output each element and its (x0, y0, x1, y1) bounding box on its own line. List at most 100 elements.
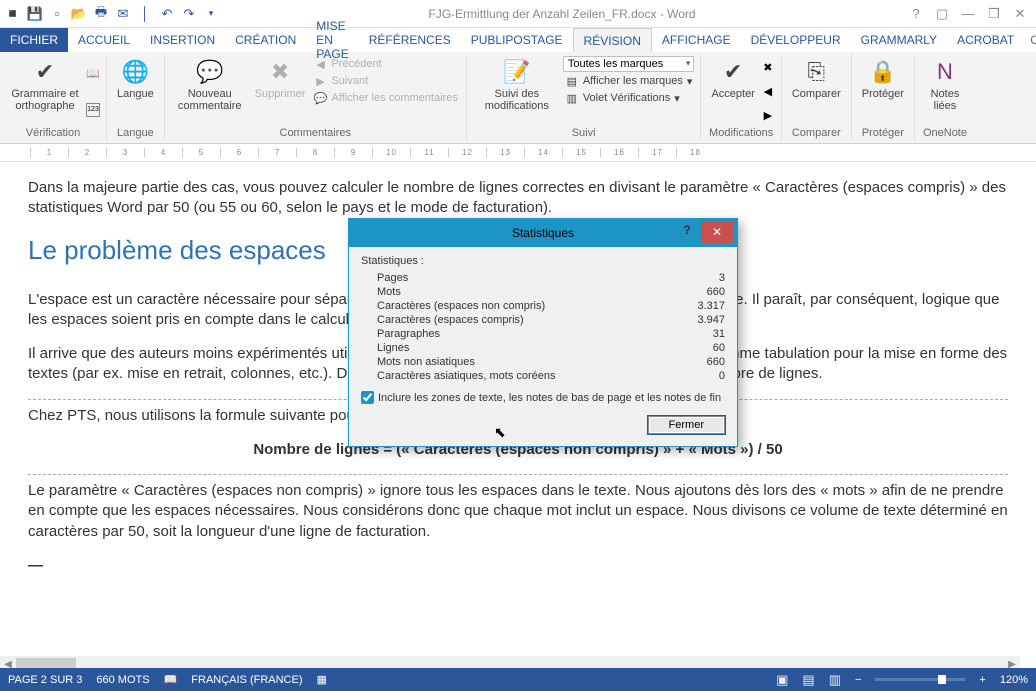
help-icon[interactable]: ? (904, 4, 928, 24)
stat-row-chars-nospace: Caractères (espaces non compris)3.317 (361, 299, 725, 313)
zoom-level[interactable]: 120% (1000, 674, 1028, 686)
undo-icon[interactable]: ↶ (158, 5, 176, 23)
paragraph-6[interactable]: Le paramètre « Caractères (espaces non c… (28, 481, 1008, 542)
thesaurus-icon[interactable]: 📖 (86, 67, 100, 81)
next-comment-button[interactable]: ▶Suivant (311, 73, 459, 89)
reviewing-pane-button[interactable]: ▥Volet Vérifications ▾ (563, 90, 695, 106)
open-icon[interactable]: 📂 (70, 5, 88, 23)
lock-icon: 🔒 (869, 58, 896, 86)
grammar-label: Grammaire et orthographe (10, 88, 80, 112)
zoom-in-icon[interactable]: + (979, 674, 985, 686)
language-button[interactable]: 🌐 Langue (113, 56, 158, 127)
ribbon-display-icon[interactable]: ▢ (930, 4, 954, 24)
horizontal-ruler[interactable]: 123456789101112131415161718 (0, 144, 1036, 162)
tab-developpeur[interactable]: DÉVELOPPEUR (741, 28, 851, 52)
new-comment-label: Nouveau commentaire (175, 88, 245, 112)
group-suivi: 📝 Suivi des modifications Toutes les mar… (467, 54, 702, 141)
protect-button[interactable]: 🔒 Protéger (858, 56, 908, 127)
group-proteger-label: Protéger (858, 127, 908, 141)
macro-icon[interactable]: ▦ (317, 673, 327, 686)
compare-icon: ⎘ (808, 58, 826, 86)
markup-display-select[interactable]: Toutes les marques (563, 56, 695, 72)
status-words[interactable]: 660 MOTS (96, 674, 149, 686)
track-changes-button[interactable]: 📝 Suivi des modifications (473, 56, 561, 127)
zoom-slider[interactable] (875, 678, 965, 681)
zoom-out-icon[interactable]: − (855, 674, 861, 686)
prev-change-icon[interactable]: ◀ (761, 85, 775, 99)
status-page[interactable]: PAGE 2 SUR 3 (8, 674, 82, 686)
tab-revision[interactable]: RÉVISION (573, 28, 652, 52)
dialog-close-icon[interactable]: ✕ (701, 221, 733, 243)
tab-file[interactable]: FICHIER (0, 28, 68, 52)
protect-label: Protéger (862, 88, 904, 100)
dialog-titlebar[interactable]: Statistiques ? ✕ (349, 219, 737, 247)
group-comparer-label: Comparer (788, 127, 845, 141)
new-icon[interactable]: ▫ (48, 5, 66, 23)
save-icon[interactable]: 💾 (26, 5, 44, 23)
minimize-icon[interactable]: — (956, 4, 980, 24)
group-proteger: 🔒 Protéger Protéger (852, 54, 915, 141)
user-account[interactable]: Christoph... (1024, 28, 1036, 52)
group-comments: 💬 Nouveau commentaire ✖ Supprimer ◀Précé… (165, 54, 467, 141)
group-language: 🌐 Langue Langue (107, 54, 165, 141)
track-changes-icon: 📝 (503, 58, 530, 86)
print-icon[interactable]: 🖶 (92, 5, 110, 23)
context-divider-2 (28, 474, 1008, 475)
group-modifications-label: Modifications (707, 127, 774, 141)
prev-icon: ◀ (313, 57, 327, 71)
reject-icon[interactable]: ✖ (761, 61, 775, 75)
print-layout-icon[interactable]: ▤ (802, 672, 814, 688)
prev-comment-button[interactable]: ◀Précédent (311, 56, 459, 72)
status-bar: PAGE 2 SUR 3 660 MOTS 📖 FRANÇAIS (FRANCE… (0, 668, 1036, 691)
ribbon: ✔ Grammaire et orthographe 📖 123 Vérific… (0, 52, 1036, 144)
tab-affichage[interactable]: AFFICHAGE (652, 28, 741, 52)
include-textboxes-checkbox[interactable]: Inclure les zones de texte, les notes de… (361, 391, 725, 404)
language-label: Langue (117, 88, 154, 100)
track-changes-label: Suivi des modifications (477, 88, 557, 112)
web-layout-icon[interactable]: ▥ (829, 672, 841, 688)
group-comments-label: Commentaires (171, 127, 460, 141)
paragraph-1[interactable]: Dans la majeure partie des cas, vous pou… (28, 178, 1008, 219)
onenote-button[interactable]: N Notes liées (921, 56, 969, 127)
ribbon-tabs: FICHIER ACCUEIL INSERTION CRÉATION MISE … (0, 28, 1036, 52)
status-language[interactable]: FRANÇAIS (FRANCE) (191, 674, 302, 686)
statistics-dialog: Statistiques ? ✕ Statistiques : Pages3 M… (348, 218, 738, 447)
close-window-icon[interactable]: ✕ (1008, 4, 1032, 24)
show-comments-button[interactable]: 💬Afficher les commentaires (311, 90, 459, 106)
compare-button[interactable]: ⎘ Comparer (788, 56, 845, 127)
title-bar: ◾ 💾 ▫ 📂 🖶 ✉ │ ↶ ↷ ▾ FJG-Ermittlung der A… (0, 0, 1036, 28)
close-button[interactable]: Fermer (648, 416, 725, 434)
group-onenote: N Notes liées OneNote (915, 54, 975, 141)
include-checkbox-label: Inclure les zones de texte, les notes de… (378, 392, 721, 404)
tab-references[interactable]: RÉFÉRENCES (359, 28, 461, 52)
show-markup-button[interactable]: ▤Afficher les marques ▾ (563, 73, 695, 89)
word-app-icon: ◾ (4, 5, 22, 23)
tab-acrobat[interactable]: ACROBAT (947, 28, 1024, 52)
new-comment-button[interactable]: 💬 Nouveau commentaire (171, 56, 249, 127)
tab-accueil[interactable]: ACCUEIL (68, 28, 140, 52)
dialog-help-icon[interactable]: ? (677, 223, 697, 237)
redo-icon[interactable]: ↷ (180, 5, 198, 23)
delete-comment-button[interactable]: ✖ Supprimer (251, 56, 310, 127)
tab-grammarly[interactable]: GRAMMARLY (851, 28, 947, 52)
next-icon: ▶ (313, 74, 327, 88)
tab-mise-en-page[interactable]: MISE EN PAGE (306, 28, 358, 52)
group-modifications: ✔ Accepter ✖ ◀ ▶ Modifications (701, 54, 781, 141)
accept-label: Accepter (711, 88, 754, 100)
include-checkbox-input[interactable] (361, 391, 374, 404)
show-comments-icon: 💬 (313, 91, 327, 105)
wordcount-icon[interactable]: 123 (86, 103, 100, 117)
email-icon[interactable]: ✉ (114, 5, 132, 23)
tab-insertion[interactable]: INSERTION (140, 28, 225, 52)
qat-customize-icon[interactable]: ▾ (202, 5, 220, 23)
tab-publipostage[interactable]: PUBLIPOSTAGE (461, 28, 573, 52)
tab-creation[interactable]: CRÉATION (225, 28, 306, 52)
group-verification: ✔ Grammaire et orthographe 📖 123 Vérific… (0, 54, 107, 141)
restore-icon[interactable]: ❐ (982, 4, 1006, 24)
grammar-button[interactable]: ✔ Grammaire et orthographe (6, 56, 84, 127)
group-onenote-label: OneNote (921, 127, 969, 141)
proofing-icon[interactable]: 📖 (164, 673, 178, 686)
accept-button[interactable]: ✔ Accepter (707, 56, 758, 127)
next-change-icon[interactable]: ▶ (761, 109, 775, 123)
read-mode-icon[interactable]: ▣ (776, 672, 788, 688)
